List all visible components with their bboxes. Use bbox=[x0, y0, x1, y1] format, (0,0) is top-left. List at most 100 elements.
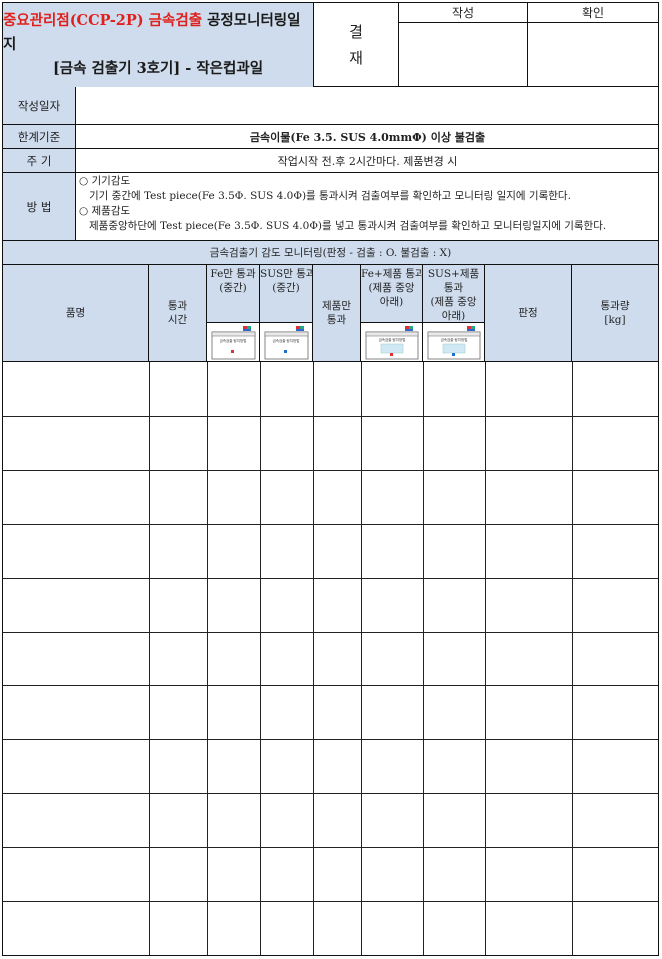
log-cell[interactable] bbox=[314, 740, 360, 792]
log-cell[interactable] bbox=[150, 417, 206, 469]
log-cell[interactable] bbox=[261, 417, 312, 469]
log-cell[interactable] bbox=[362, 471, 422, 523]
log-cell[interactable] bbox=[261, 686, 312, 738]
log-cell[interactable] bbox=[486, 686, 571, 738]
log-cell[interactable] bbox=[362, 740, 422, 792]
log-cell[interactable] bbox=[314, 525, 360, 577]
log-cell[interactable] bbox=[362, 363, 422, 415]
log-cell[interactable] bbox=[362, 686, 422, 738]
log-cell[interactable] bbox=[4, 902, 148, 954]
log-cell[interactable] bbox=[314, 848, 360, 900]
log-cell[interactable] bbox=[424, 686, 484, 738]
confirm-signature-cell[interactable] bbox=[528, 23, 658, 87]
log-cell[interactable] bbox=[314, 633, 360, 685]
log-cell[interactable] bbox=[362, 902, 422, 954]
log-cell[interactable] bbox=[4, 417, 148, 469]
log-cell[interactable] bbox=[424, 579, 484, 631]
log-cell[interactable] bbox=[424, 417, 484, 469]
date-value-cell[interactable] bbox=[77, 87, 658, 124]
log-cell[interactable] bbox=[208, 740, 259, 792]
log-cell[interactable] bbox=[424, 633, 484, 685]
log-cell[interactable] bbox=[362, 417, 422, 469]
log-cell[interactable] bbox=[208, 471, 259, 523]
log-cell[interactable] bbox=[208, 579, 259, 631]
log-cell[interactable] bbox=[314, 363, 360, 415]
log-cell[interactable] bbox=[261, 848, 312, 900]
log-cell[interactable] bbox=[261, 794, 312, 846]
log-cell[interactable] bbox=[424, 471, 484, 523]
log-cell[interactable] bbox=[486, 471, 571, 523]
log-cell[interactable] bbox=[424, 740, 484, 792]
log-cell[interactable] bbox=[150, 686, 206, 738]
log-cell[interactable] bbox=[573, 794, 657, 846]
log-cell[interactable] bbox=[314, 794, 360, 846]
log-cell[interactable] bbox=[208, 525, 259, 577]
log-cell[interactable] bbox=[573, 417, 657, 469]
log-cell[interactable] bbox=[424, 848, 484, 900]
log-cell[interactable] bbox=[150, 794, 206, 846]
log-cell[interactable] bbox=[314, 417, 360, 469]
log-cell[interactable] bbox=[208, 633, 259, 685]
log-cell[interactable] bbox=[486, 633, 571, 685]
log-cell[interactable] bbox=[486, 740, 571, 792]
log-cell[interactable] bbox=[314, 686, 360, 738]
log-cell[interactable] bbox=[362, 525, 422, 577]
log-cell[interactable] bbox=[573, 471, 657, 523]
log-cell[interactable] bbox=[573, 686, 657, 738]
log-cell[interactable] bbox=[486, 794, 571, 846]
log-cell[interactable] bbox=[208, 794, 259, 846]
log-cell[interactable] bbox=[362, 633, 422, 685]
log-cell[interactable] bbox=[4, 794, 148, 846]
log-cell[interactable] bbox=[573, 633, 657, 685]
log-cell[interactable] bbox=[261, 471, 312, 523]
log-cell[interactable] bbox=[150, 633, 206, 685]
log-cell[interactable] bbox=[208, 902, 259, 954]
log-cell[interactable] bbox=[208, 417, 259, 469]
log-cell[interactable] bbox=[362, 579, 422, 631]
log-cell[interactable] bbox=[424, 902, 484, 954]
log-cell[interactable] bbox=[424, 794, 484, 846]
log-cell[interactable] bbox=[573, 363, 657, 415]
log-cell[interactable] bbox=[4, 363, 148, 415]
log-cell[interactable] bbox=[486, 525, 571, 577]
log-cell[interactable] bbox=[261, 902, 312, 954]
log-cell[interactable] bbox=[486, 417, 571, 469]
log-cell[interactable] bbox=[150, 525, 206, 577]
log-cell[interactable] bbox=[4, 633, 148, 685]
log-cell[interactable] bbox=[150, 740, 206, 792]
log-cell[interactable] bbox=[4, 579, 148, 631]
log-cell[interactable] bbox=[261, 363, 312, 415]
log-cell[interactable] bbox=[150, 902, 206, 954]
log-cell[interactable] bbox=[314, 579, 360, 631]
log-cell[interactable] bbox=[314, 902, 360, 954]
log-cell[interactable] bbox=[573, 525, 657, 577]
log-cell[interactable] bbox=[362, 794, 422, 846]
log-cell[interactable] bbox=[150, 848, 206, 900]
log-cell[interactable] bbox=[314, 471, 360, 523]
log-cell[interactable] bbox=[362, 848, 422, 900]
log-cell[interactable] bbox=[486, 848, 571, 900]
log-cell[interactable] bbox=[573, 902, 657, 954]
log-cell[interactable] bbox=[4, 740, 148, 792]
log-cell[interactable] bbox=[486, 363, 571, 415]
log-cell[interactable] bbox=[424, 363, 484, 415]
log-cell[interactable] bbox=[4, 525, 148, 577]
log-cell[interactable] bbox=[486, 902, 571, 954]
log-cell[interactable] bbox=[4, 471, 148, 523]
log-cell[interactable] bbox=[261, 525, 312, 577]
log-cell[interactable] bbox=[4, 686, 148, 738]
log-cell[interactable] bbox=[573, 579, 657, 631]
log-cell[interactable] bbox=[150, 363, 206, 415]
log-cell[interactable] bbox=[208, 363, 259, 415]
log-cell[interactable] bbox=[150, 579, 206, 631]
log-cell[interactable] bbox=[424, 525, 484, 577]
log-cell[interactable] bbox=[261, 579, 312, 631]
log-cell[interactable] bbox=[261, 633, 312, 685]
log-cell[interactable] bbox=[150, 471, 206, 523]
log-cell[interactable] bbox=[208, 686, 259, 738]
author-signature-cell[interactable] bbox=[399, 23, 528, 87]
log-cell[interactable] bbox=[208, 848, 259, 900]
log-cell[interactable] bbox=[4, 848, 148, 900]
log-cell[interactable] bbox=[486, 579, 571, 631]
log-cell[interactable] bbox=[573, 740, 657, 792]
